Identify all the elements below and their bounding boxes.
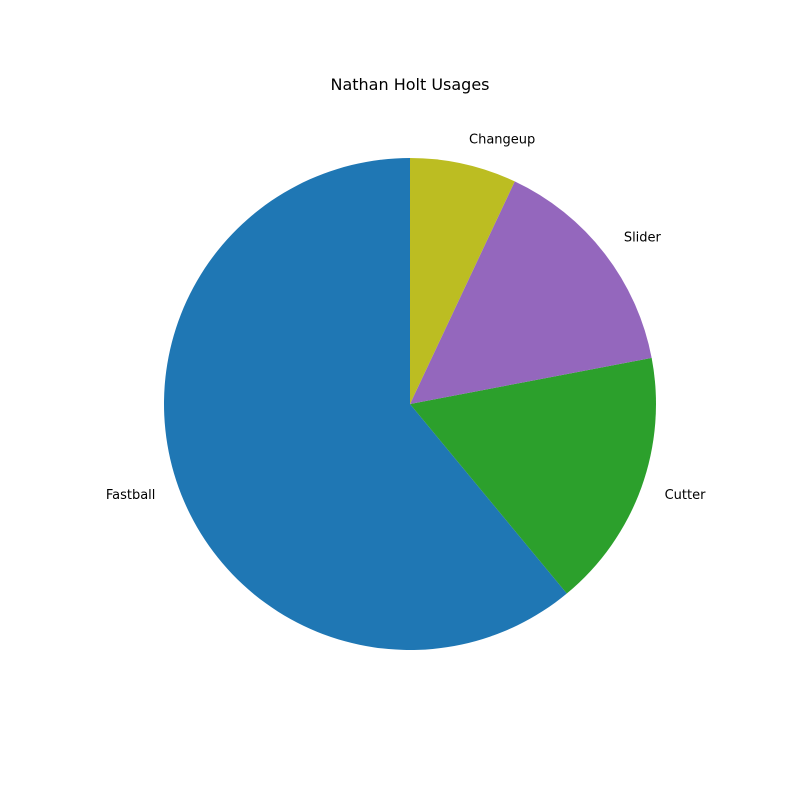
- pie-label-fastball: Fastball: [106, 488, 156, 503]
- chart-container: Nathan Holt Usages Fastball Cutter Slider C…: [0, 0, 800, 800]
- pie-chart: Nathan Holt Usages Fastball Cutter Slider C…: [106, 75, 707, 650]
- pie-label-slider: Slider: [624, 231, 662, 246]
- chart-title: Nathan Holt Usages: [330, 75, 489, 94]
- pie-label-cutter: Cutter: [665, 488, 707, 503]
- pie-slices: [163, 158, 656, 650]
- pie-label-changeup: Changeup: [469, 132, 535, 147]
